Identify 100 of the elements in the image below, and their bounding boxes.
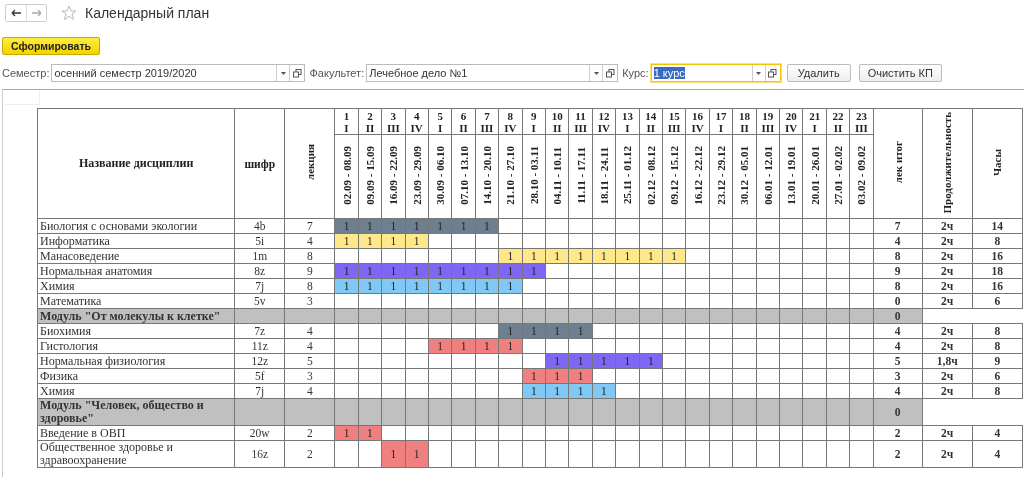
table-cell: 9 <box>873 263 923 279</box>
table-cell: 4 <box>284 338 335 354</box>
week-number: 14 <box>644 109 658 122</box>
week-dates: 16.12 - 22.12 <box>691 146 704 205</box>
table-cell: 3 <box>284 293 335 309</box>
week-roman: IV <box>596 121 612 134</box>
week-number: 17 <box>714 109 728 122</box>
table-cell: 2ч <box>922 218 973 234</box>
table-cell: 8 <box>284 248 335 264</box>
week-number: 12 <box>597 109 611 122</box>
table-cell: Манасоведение <box>37 248 235 264</box>
table-cell: 7 <box>284 218 335 234</box>
week-roman: II <box>551 121 563 134</box>
week-number: 10 <box>550 109 564 122</box>
dropdown-icon[interactable] <box>593 71 599 75</box>
table-cell: 8 <box>972 383 1023 399</box>
column-header: Продолжительность <box>941 111 954 214</box>
action-button[interactable]: Очистить КП <box>858 64 942 82</box>
open-icon[interactable] <box>292 68 302 78</box>
table-cell: 7j <box>234 278 285 294</box>
corner-cell <box>5 90 40 105</box>
table-cell: 1m <box>234 248 285 264</box>
week-number: 8 <box>506 109 515 122</box>
table-cell: 6 <box>972 293 1023 309</box>
star-icon[interactable] <box>61 5 77 21</box>
week-dates: 20.01 - 26.01 <box>808 146 821 205</box>
week-number: 19 <box>761 109 775 122</box>
week-number: 7 <box>483 109 491 122</box>
table-cell: 9 <box>284 263 335 279</box>
week-dates: 13.01 - 19.01 <box>785 146 798 205</box>
table-cell: 2ч <box>922 383 973 399</box>
open-icon[interactable] <box>605 68 615 78</box>
table-cell: 8 <box>972 338 1023 354</box>
table-cell: 2ч <box>922 338 973 354</box>
week-number: 13 <box>620 109 634 122</box>
table-cell: 8 <box>873 248 923 264</box>
week-number: 3 <box>389 109 398 122</box>
table-cell: 4 <box>873 323 923 339</box>
week-number: 6 <box>459 109 468 122</box>
generate-button[interactable]: Сформировать <box>2 37 100 55</box>
week-number: 22 <box>831 109 845 122</box>
week-roman: IV <box>690 121 705 134</box>
week-number: 4 <box>412 109 421 122</box>
week-number: 2 <box>366 109 374 122</box>
week-number: 20 <box>784 109 798 122</box>
table-cell: 1,8ч <box>922 353 973 369</box>
back-arrow-icon <box>11 9 21 17</box>
week-dates: 16.09 - 22.09 <box>387 146 400 205</box>
table-cell: 20w <box>234 425 285 441</box>
table-cell: Химия <box>37 278 235 294</box>
open-icon[interactable] <box>768 68 778 78</box>
week-dates: 25.11 - 01.12 <box>621 146 634 205</box>
column-header: шифр <box>244 157 276 170</box>
table-cell: 8 <box>873 278 923 294</box>
table-cell: 4 <box>873 338 923 354</box>
week-number: 21 <box>808 109 822 122</box>
combo-field[interactable]: Лечебное дело №1 <box>366 64 619 82</box>
table-cell: 16 <box>972 278 1023 294</box>
table-cell: 4 <box>972 440 1023 468</box>
week-roman: III <box>385 121 401 134</box>
table-cell: 2 <box>873 440 923 468</box>
table-cell: 4 <box>873 233 923 249</box>
dropdown-icon[interactable] <box>756 71 762 75</box>
action-button[interactable]: Удалить <box>786 64 851 82</box>
table-cell: 2ч <box>922 248 973 264</box>
table-cell: 4 <box>284 383 335 399</box>
table-cell: 8 <box>972 323 1023 339</box>
table-cell: 6 <box>972 368 1023 384</box>
week-roman: II <box>364 121 376 134</box>
table-cell: 2ч <box>922 440 973 468</box>
table-cell: 7 <box>873 218 923 234</box>
table-cell: 5f <box>234 368 285 384</box>
table-cell: Гистология <box>37 338 235 354</box>
week-number: 1 <box>342 109 351 122</box>
week-dates: 07.10 - 13.10 <box>457 146 470 205</box>
week-roman: I <box>811 121 818 134</box>
week-dates: 03.02 - 09.02 <box>855 146 868 205</box>
week-number: 15 <box>667 109 681 122</box>
table-cell: 5 <box>284 353 335 369</box>
table-cell: 2ч <box>922 263 973 279</box>
week-dates: 21.10 - 27.10 <box>504 146 517 205</box>
combo-field[interactable]: 1 курс <box>650 64 781 82</box>
dropdown-icon[interactable] <box>280 71 286 75</box>
table-cell: 7z <box>234 323 285 339</box>
week-dates: 11.11 - 17.11 <box>574 147 587 204</box>
table-cell: 3 <box>284 368 335 384</box>
table-cell: 7j <box>234 383 285 399</box>
week-roman: II <box>458 121 469 134</box>
table-cell: 9 <box>972 353 1023 369</box>
table-cell: 2ч <box>922 233 973 249</box>
week-number: 9 <box>530 109 538 122</box>
table-cell: 5v <box>234 293 285 309</box>
week-number: 5 <box>436 109 444 122</box>
week-dates: 18.11 - 24.11 <box>597 146 610 205</box>
combo-field[interactable]: осенний семестр 2019/2020 <box>51 64 306 82</box>
week-roman: III <box>760 121 776 134</box>
week-roman: III <box>854 121 869 134</box>
field-label: Факультет: <box>309 67 365 79</box>
table-cell: Нормальная физиология <box>37 353 235 369</box>
table-cell: 3 <box>873 368 923 384</box>
